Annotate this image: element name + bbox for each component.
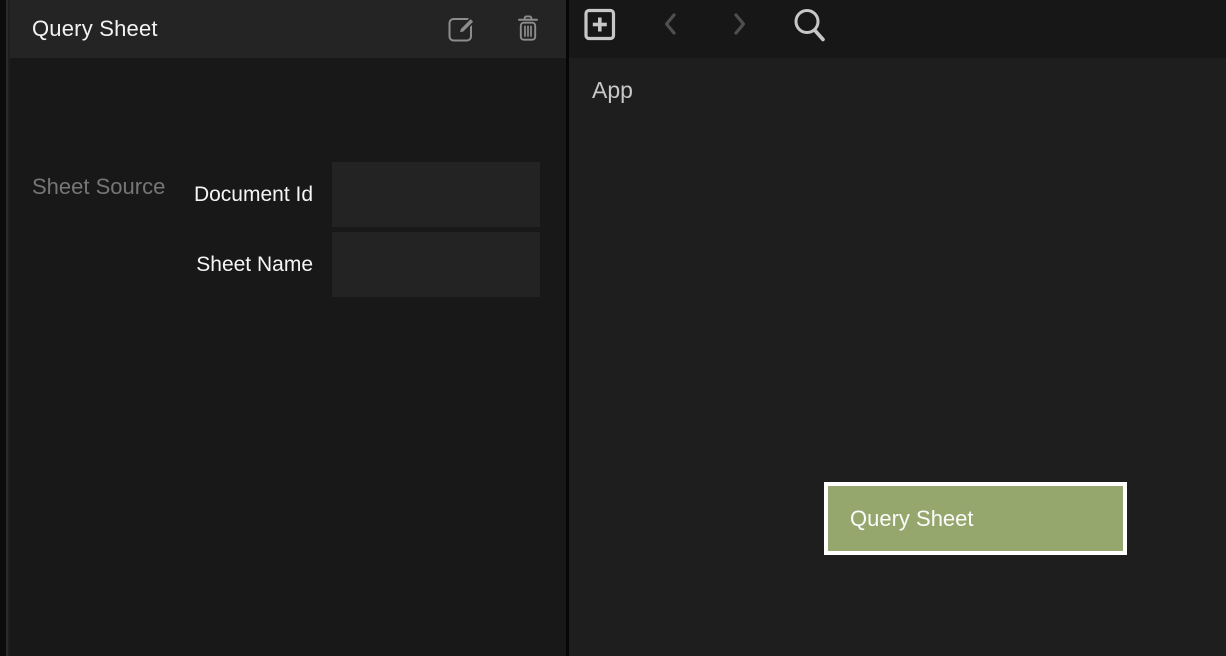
flow-canvas[interactable]: App Query Sheet: [569, 58, 1226, 656]
canvas-app-label: App: [592, 77, 633, 104]
chevron-left-icon: [662, 12, 678, 39]
sheet-name-label: Sheet Name: [10, 232, 313, 297]
delete-button[interactable]: [516, 14, 540, 45]
left-edge-gutter: [0, 0, 8, 656]
edit-icon: [448, 14, 476, 45]
properties-panel-header: Query Sheet: [10, 0, 566, 58]
document-id-label: Document Id: [10, 162, 313, 227]
plus-square-icon: [584, 8, 616, 44]
flow-node-label: Query Sheet: [850, 506, 974, 532]
search-button[interactable]: [791, 6, 827, 47]
panel-header-actions: [448, 0, 540, 58]
trash-icon: [516, 14, 540, 45]
edit-button[interactable]: [448, 14, 476, 45]
sheet-name-input[interactable]: [332, 232, 540, 297]
properties-panel: Query Sheet: [10, 0, 566, 656]
navigate-forward-button[interactable]: [732, 12, 748, 39]
search-icon: [791, 6, 827, 47]
flow-node-query-sheet[interactable]: Query Sheet: [824, 482, 1127, 555]
document-id-input[interactable]: [332, 162, 540, 227]
canvas-toolbar: [569, 0, 1226, 58]
properties-panel-body: Sheet Source Document Id Sheet Name: [10, 58, 566, 656]
chevron-right-icon: [732, 12, 748, 39]
panel-title: Query Sheet: [32, 16, 158, 42]
add-node-button[interactable]: [584, 8, 616, 44]
app-window: Query Sheet: [0, 0, 1226, 656]
navigate-back-button[interactable]: [662, 12, 678, 39]
